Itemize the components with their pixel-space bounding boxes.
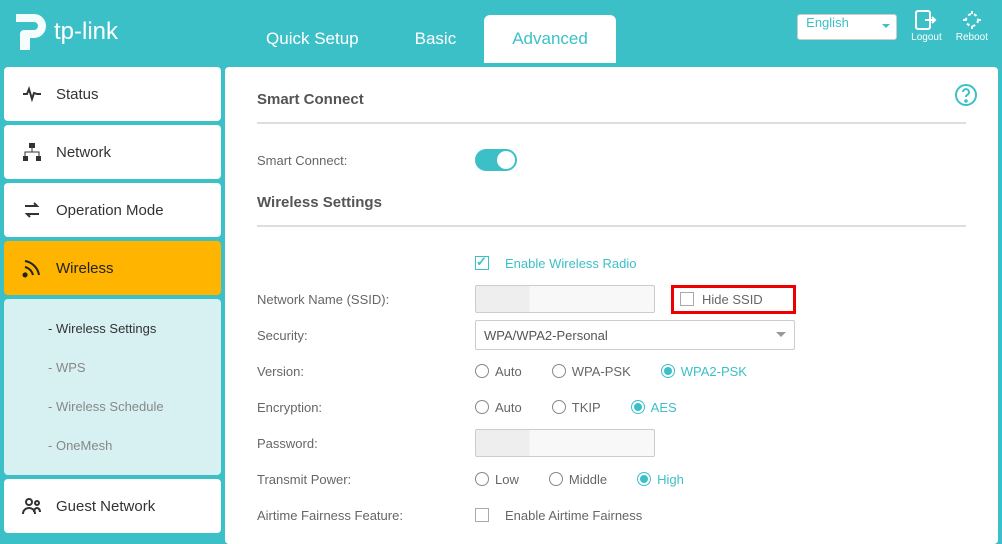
- sidebar-item-status[interactable]: Status: [4, 67, 221, 121]
- sidebar-sub-onemesh[interactable]: - OneMesh: [4, 426, 221, 465]
- language-value: English: [806, 15, 849, 30]
- security-label: Security:: [257, 328, 475, 343]
- sidebar-label: Status: [56, 86, 99, 103]
- tx-middle-radio[interactable]: [549, 472, 563, 486]
- ssid-input[interactable]: [475, 285, 655, 313]
- logout-button[interactable]: Logout: [911, 10, 942, 43]
- guest-network-icon: [22, 496, 42, 516]
- sidebar-label: Wireless: [56, 260, 114, 277]
- sidebar-sub-wps[interactable]: - WPS: [4, 348, 221, 387]
- wireless-icon: [22, 258, 42, 278]
- tplink-logo-icon: [16, 14, 46, 50]
- network-icon: [22, 142, 42, 162]
- content-panel: Smart Connect Smart Connect: Wireless Se…: [225, 67, 998, 544]
- brand-text: tp-link: [54, 18, 118, 46]
- operation-mode-icon: [22, 200, 42, 220]
- encryption-label: Encryption:: [257, 400, 475, 415]
- top-nav-tabs: Quick Setup Basic Advanced: [238, 0, 616, 63]
- tab-quick-setup[interactable]: Quick Setup: [238, 15, 387, 63]
- tab-advanced[interactable]: Advanced: [484, 15, 616, 63]
- reboot-icon: [961, 10, 983, 30]
- help-icon: [954, 83, 978, 107]
- sidebar-item-network[interactable]: Network: [4, 125, 221, 179]
- help-button[interactable]: [954, 83, 978, 112]
- chevron-down-icon: [776, 332, 786, 342]
- enable-wireless-radio-checkbox[interactable]: [475, 256, 489, 270]
- sidebar-sub-wireless-settings[interactable]: - Wireless Settings: [4, 309, 221, 348]
- ssid-label: Network Name (SSID):: [257, 292, 475, 307]
- encryption-tkip-radio[interactable]: [552, 400, 566, 414]
- sidebar-label: Operation Mode: [56, 202, 164, 219]
- security-select[interactable]: WPA/WPA2-Personal: [475, 320, 795, 350]
- encryption-auto-radio[interactable]: [475, 400, 489, 414]
- version-wpa2psk-radio[interactable]: [661, 364, 675, 378]
- sidebar-item-wireless[interactable]: Wireless: [4, 241, 221, 295]
- version-wpapsk-radio[interactable]: [552, 364, 566, 378]
- encryption-aes-radio[interactable]: [631, 400, 645, 414]
- password-label: Password:: [257, 436, 475, 451]
- airtime-fairness-label: Enable Airtime Fairness: [505, 508, 642, 523]
- password-input[interactable]: [475, 429, 655, 457]
- hide-ssid-label: Hide SSID: [702, 292, 763, 307]
- reboot-button[interactable]: Reboot: [956, 10, 988, 43]
- sidebar-item-guest-network[interactable]: Guest Network: [4, 479, 221, 533]
- sidebar-sub-wireless-schedule[interactable]: - Wireless Schedule: [4, 387, 221, 426]
- sidebar: Status Network Operation Mode Wireless -…: [0, 63, 225, 544]
- logout-icon: [915, 10, 937, 30]
- smart-connect-toggle[interactable]: [475, 149, 517, 171]
- airtime-fairness-checkbox[interactable]: [475, 508, 489, 522]
- hide-ssid-highlight: Hide SSID: [671, 285, 796, 314]
- enable-wireless-radio-label: Enable Wireless Radio: [505, 256, 637, 271]
- airtime-label: Airtime Fairness Feature:: [257, 508, 475, 523]
- security-value: WPA/WPA2-Personal: [484, 328, 608, 343]
- transmit-power-label: Transmit Power:: [257, 472, 475, 487]
- header: tp-link Quick Setup Basic Advanced Engli…: [0, 0, 1002, 63]
- section-title-smart-connect: Smart Connect: [257, 91, 966, 124]
- smart-connect-label: Smart Connect:: [257, 153, 475, 168]
- hide-ssid-checkbox[interactable]: [680, 292, 694, 306]
- header-actions: English Logout Reboot: [797, 10, 988, 43]
- logout-label: Logout: [911, 32, 942, 43]
- status-icon: [22, 84, 42, 104]
- version-label: Version:: [257, 364, 475, 379]
- sidebar-label: Network: [56, 144, 111, 161]
- tx-low-radio[interactable]: [475, 472, 489, 486]
- brand-logo: tp-link: [16, 14, 118, 50]
- section-title-wireless-settings: Wireless Settings: [257, 194, 966, 227]
- tab-basic[interactable]: Basic: [387, 15, 485, 63]
- sidebar-label: Guest Network: [56, 498, 155, 515]
- sidebar-item-operation-mode[interactable]: Operation Mode: [4, 183, 221, 237]
- reboot-label: Reboot: [956, 32, 988, 43]
- sidebar-submenu-wireless: - Wireless Settings - WPS - Wireless Sch…: [4, 299, 221, 475]
- version-auto-radio[interactable]: [475, 364, 489, 378]
- language-select[interactable]: English: [797, 14, 897, 40]
- tx-high-radio[interactable]: [637, 472, 651, 486]
